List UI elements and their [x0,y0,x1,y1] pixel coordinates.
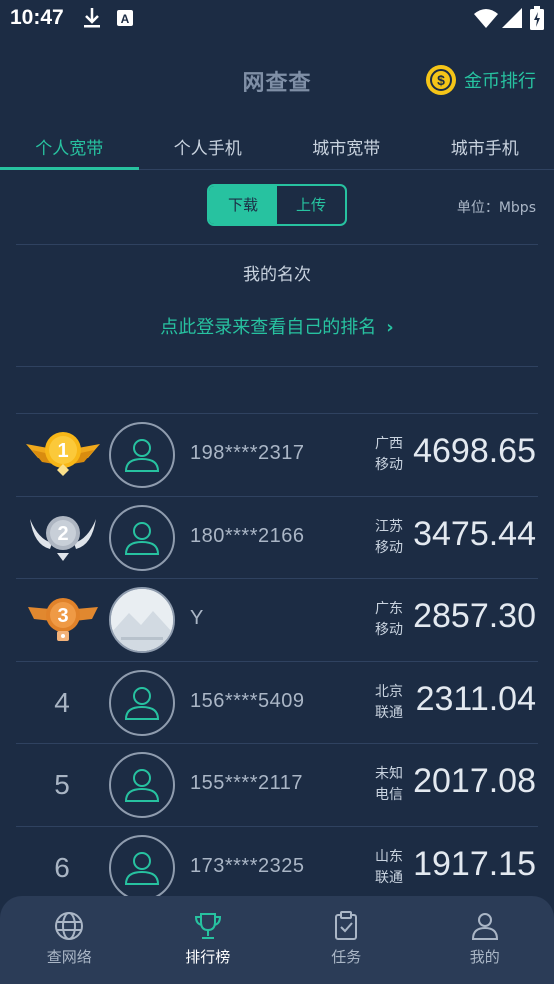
photo-avatar-icon [111,589,173,651]
login-prompt-text: 点此登录来查看自己的排名 [160,317,377,338]
region-label: 北京 联通 [375,683,403,721]
rank-number: 5 [54,769,70,800]
speed-value: 2017.08 [413,762,536,800]
user-avatar-icon [124,769,160,802]
nav-tasks[interactable]: 任务 [277,896,416,984]
wifi-icon [474,8,498,32]
nav-label: 任务 [331,948,362,966]
coin-rank-button[interactable]: $ 金币排行 [426,65,536,95]
svg-text:1: 1 [57,440,68,462]
ranking-row[interactable]: 1 198****2317 广西 移动 4698.65 [16,413,538,496]
nav-profile[interactable]: 我的 [416,896,554,984]
upload-toggle[interactable]: 上传 [277,186,345,224]
rank-number: 4 [54,686,70,718]
region-label: 广东 移动 [375,601,403,638]
tab-city-mobile[interactable]: 城市手机 [416,124,554,169]
tab-city-broadband[interactable]: 城市宽带 [277,124,416,169]
my-rank-title: 我的名次 [243,265,311,285]
nav-ranking[interactable]: 排行榜 [139,896,278,984]
bottom-nav: 查网络 排行榜 任务 我的 [0,896,554,984]
user-name: 198****2317 [190,442,305,464]
speed-value: 2857.30 [413,597,536,635]
user-name: 173****2325 [190,854,305,877]
nav-label: 查网络 [46,948,92,966]
download-icon [82,6,102,34]
coin-icon: $ [426,65,456,95]
ranking-row[interactable]: 2 180****2166 江苏 移动 3475.44 [16,495,538,579]
gold-medal-icon: 1 [24,426,102,486]
coin-rank-label: 金币排行 [464,71,536,92]
avatar[interactable] [109,587,175,653]
nav-check-network[interactable]: 查网络 [0,896,139,984]
battery-icon [530,6,544,34]
user-name: 156****5409 [190,689,305,712]
user-name: 155****2117 [190,772,304,794]
trophy-icon [194,913,221,939]
ranking-row[interactable]: 4 156****5409 北京 联通 2311.04 [16,660,538,744]
category-tabs: 个人宽带 个人手机 城市宽带 城市手机 [0,124,554,170]
unit-label: 单位：Mbps [456,200,536,216]
nav-label: 排行榜 [185,948,231,966]
a-icon: A [116,9,134,31]
svg-text:2: 2 [57,523,68,545]
chevron-right-icon: › [386,317,394,338]
svg-text:3: 3 [57,605,68,627]
ranking-list: 1 198****2317 广西 移动 4698.65 2 180****2166… [16,413,538,908]
user-name: 180****2166 [190,524,305,547]
avatar[interactable] [109,669,175,736]
speed-value: 1917.15 [413,844,536,883]
signal-icon [502,8,522,32]
user-avatar-icon [124,521,160,555]
nav-label: 我的 [469,948,500,966]
speed-value: 3475.44 [413,514,536,553]
clipboard-check-icon [335,911,358,940]
region-label: 山东 联通 [375,848,403,886]
direction-toggle: 下载 上传 [207,184,347,226]
ranking-row[interactable]: 5 155****2117 未知 电信 2017.08 [16,743,538,826]
divider [16,366,538,367]
region-label: 广西 移动 [375,436,403,473]
status-bar: 10:47 A [0,0,554,38]
user-avatar-icon [124,439,160,472]
speed-value: 2311.04 [415,679,536,718]
region-label: 未知 电信 [375,766,403,803]
avatar[interactable] [109,422,175,488]
avatar[interactable] [109,834,175,901]
divider [16,244,538,245]
tab-personal-broadband[interactable]: 个人宽带 [0,124,139,170]
login-to-view-rank-link[interactable]: 点此登录来查看自己的排名 › [0,313,554,339]
bronze-medal-icon: 3 [24,591,102,653]
download-toggle[interactable]: 下载 [209,186,277,224]
user-avatar-icon [124,686,160,720]
avatar[interactable] [109,504,175,571]
ranking-row[interactable]: 3 Y 广东 移动 2857.30 [16,578,538,661]
globe-icon [55,912,84,940]
region-label: 江苏 移动 [375,518,403,556]
tab-personal-mobile[interactable]: 个人手机 [139,124,278,169]
user-name: Y [190,607,204,629]
user-icon [471,913,498,940]
user-avatar-icon [124,851,160,885]
status-time: 10:47 [10,6,64,29]
speed-value: 4698.65 [413,432,536,470]
avatar[interactable] [109,752,175,818]
silver-medal-icon: 2 [24,509,102,571]
app-header: 网查查 $ 金币排行 [0,55,554,105]
svg-text:A: A [121,12,130,26]
